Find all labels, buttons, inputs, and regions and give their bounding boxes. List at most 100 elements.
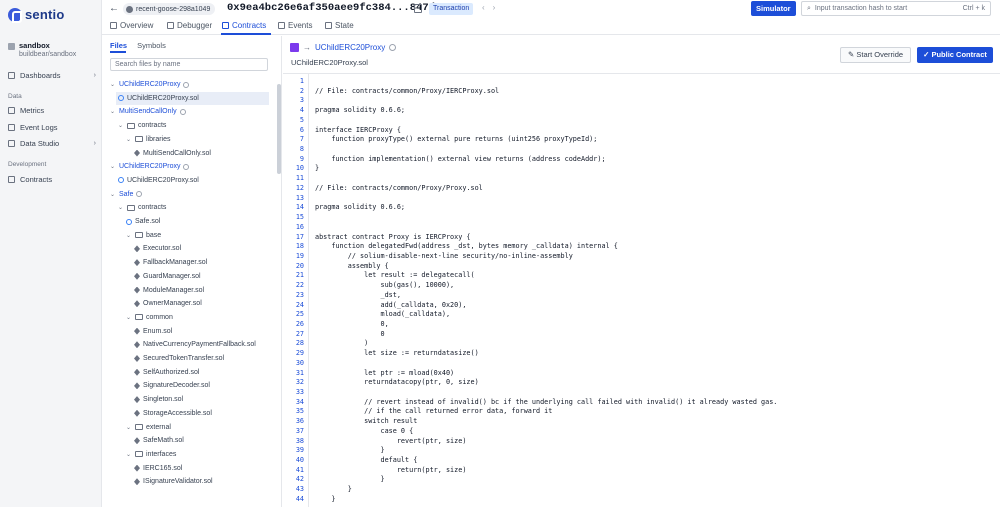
code-line: default {	[315, 456, 418, 465]
tree-contract[interactable]: ⌄ MultiSendCallOnly	[110, 105, 186, 118]
tree-file[interactable]: UChildERC20Proxy.sol	[116, 91, 269, 105]
line-number: 7	[299, 135, 304, 144]
dashboard-icon	[8, 72, 15, 79]
line-number: 12	[295, 183, 304, 192]
line-number: 25	[295, 310, 304, 319]
simulator-button[interactable]: Simulator	[751, 1, 796, 16]
info-icon[interactable]	[183, 81, 190, 88]
file-panel-tabs: Files Symbols	[110, 41, 166, 50]
info-icon[interactable]	[183, 163, 190, 170]
nav-arrows[interactable]: ‹›	[482, 3, 503, 12]
code-line: let result := delegatecall(	[315, 271, 475, 280]
tree-folder[interactable]: ⌄ common	[126, 311, 173, 324]
start-override-button[interactable]: ✎ Start Override	[840, 47, 912, 63]
nav-item-data-studio[interactable]: Data Studio ›	[8, 139, 96, 148]
file-search-input[interactable]: Search files by name	[110, 58, 268, 71]
tree-file[interactable]: Safe.sol	[126, 215, 160, 228]
tree-file[interactable]: SafeMath.sol	[134, 434, 184, 447]
contract-name[interactable]: UChildERC20Proxy	[315, 43, 385, 52]
tree-contract[interactable]: ⌄ UChildERC20Proxy	[110, 78, 190, 91]
line-number: 10	[295, 164, 304, 173]
code-editor[interactable]: 1 2 3 4 5 6 7 8 9 10 11 12 13 14 15 16 17 18 19 20 21 22 23 24 2…	[283, 73, 1000, 507]
tree-folder[interactable]: ⌄ contracts	[118, 201, 166, 214]
tree-file[interactable]: Singleton.sol	[134, 393, 183, 406]
tab-events[interactable]: Events	[278, 21, 312, 30]
solidity-file-icon	[134, 286, 140, 294]
tree-item-label: base	[146, 231, 162, 239]
tree-file[interactable]: MultiSendCallOnly.sol	[134, 147, 211, 160]
tree-file[interactable]: SignatureDecoder.sol	[134, 379, 210, 392]
tree-item-label: NativeCurrencyPaymentFallback.sol	[143, 341, 256, 349]
tab-overview[interactable]: Overview	[110, 21, 153, 30]
nav-item-event-logs[interactable]: Event Logs	[8, 123, 96, 132]
solidity-file-icon	[134, 259, 140, 267]
tree-item-label: contracts	[138, 122, 167, 130]
main-file-icon	[118, 95, 124, 102]
fork-pill[interactable]: recent-goose-298a1049	[123, 3, 216, 15]
tree-file[interactable]: FallbackManager.sol	[134, 256, 207, 269]
tab-contracts[interactable]: Contracts	[222, 21, 266, 30]
project-icon	[8, 43, 15, 50]
copy-icon[interactable]	[414, 4, 422, 13]
tree-item-label: libraries	[146, 135, 171, 143]
tree-item-label: ISignatureValidator.sol	[143, 478, 213, 486]
tab-symbols[interactable]: Symbols	[137, 41, 166, 50]
line-number: 4	[299, 106, 304, 115]
folder-icon	[135, 232, 143, 239]
tab-debugger[interactable]: Debugger	[167, 21, 212, 30]
code-line: return(ptr, size)	[315, 465, 467, 474]
info-icon[interactable]	[136, 191, 143, 198]
tree-item-label: common	[146, 313, 173, 321]
tab-files[interactable]: Files	[110, 41, 127, 50]
sentio-logo[interactable]: sentio	[8, 7, 64, 23]
tree-file[interactable]: IERC165.sol	[134, 462, 182, 475]
tree-file[interactable]: Enum.sol	[134, 325, 172, 338]
tree-file[interactable]: NativeCurrencyPaymentFallback.sol	[134, 338, 256, 351]
tree-item-label: UChildERC20Proxy.sol	[127, 94, 199, 102]
chevron-down-icon: ⌄	[126, 424, 132, 431]
nav-item-dashboards[interactable]: Dashboards ›	[8, 71, 96, 80]
code-lines: // File: contracts/common/Proxy/IERCProx…	[315, 77, 777, 505]
tree-file[interactable]: UChildERC20Proxy.sol	[118, 174, 199, 187]
tree-folder[interactable]: ⌄ interfaces	[126, 448, 176, 461]
code-line: }	[315, 485, 352, 494]
tx-search-input[interactable]: ⌕ Input transaction hash to start Ctrl +…	[801, 1, 991, 16]
tree-file[interactable]: OwnerManager.sol	[134, 297, 202, 310]
code-line: // revert instead of invalid() bc if the…	[315, 397, 778, 406]
tree-file[interactable]: SecuredTokenTransfer.sol	[134, 352, 224, 365]
tree-contract[interactable]: ⌄ UChildERC20Proxy	[110, 160, 190, 173]
nav-item-metrics[interactable]: Metrics	[8, 106, 96, 115]
line-number: 18	[295, 242, 304, 251]
tree-file[interactable]: ModuleManager.sol	[134, 284, 204, 297]
tree-contract[interactable]: ⌄ Safe	[110, 188, 143, 201]
tree-folder[interactable]: ⌄ libraries	[126, 133, 171, 146]
tab-state[interactable]: State	[325, 21, 354, 30]
file-tree-scrollbar[interactable]	[277, 84, 281, 174]
tree-item-label: SelfAuthorized.sol	[143, 368, 200, 376]
tree-file[interactable]: Executor.sol	[134, 242, 181, 255]
project-selector[interactable]: sandbox buildbear/sandbox	[8, 41, 76, 58]
public-contract-button[interactable]: ✓ Public Contract	[917, 47, 993, 63]
tree-file[interactable]: ISignatureValidator.sol	[134, 475, 213, 488]
info-icon[interactable]	[389, 44, 397, 51]
tree-folder[interactable]: ⌄ base	[126, 229, 161, 242]
tree-folder[interactable]: ⌄ contracts	[118, 119, 166, 132]
tree-file[interactable]: GuardManager.sol	[134, 270, 201, 283]
tree-file[interactable]: SelfAuthorized.sol	[134, 366, 199, 379]
tree-item-label: FallbackManager.sol	[143, 259, 208, 267]
contract-icon	[290, 43, 299, 52]
info-icon[interactable]	[179, 108, 186, 115]
line-number: 30	[295, 358, 304, 367]
code-line: 0	[315, 329, 385, 338]
solidity-file-icon	[134, 327, 140, 335]
line-number: 26	[295, 319, 304, 328]
nav-item-label: Event Logs	[20, 123, 58, 132]
tree-file[interactable]: StorageAccessible.sol	[134, 407, 212, 420]
contracts-icon	[8, 176, 15, 183]
back-arrow-icon[interactable]: ←	[109, 3, 119, 14]
tab-bar: Overview Debugger Contracts Events State	[102, 18, 1000, 35]
code-line: let ptr := mload(0x40)	[315, 368, 455, 377]
nav-item-contracts[interactable]: Contracts	[8, 175, 96, 184]
tree-folder[interactable]: ⌄ external	[126, 421, 171, 434]
